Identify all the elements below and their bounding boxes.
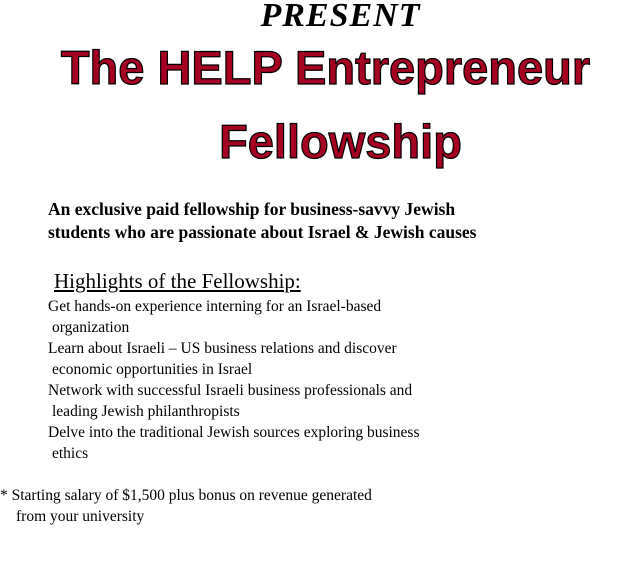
- highlight-item: Delve into the traditional Jewish source…: [48, 422, 608, 464]
- salary-footnote: * Starting salary of $1,500 plus bonus o…: [0, 485, 600, 527]
- highlight-item-line-1: Learn about Israeli – US business relati…: [48, 340, 397, 357]
- tagline: An exclusive paid fellowship for busines…: [48, 198, 608, 244]
- present-heading: PRESENT: [260, 0, 421, 34]
- highlights-heading: Highlights of the Fellowship:: [54, 269, 301, 293]
- title-line-1: The HELP Entrepreneur: [60, 41, 591, 94]
- footnote-line-1: * Starting salary of $1,500 plus bonus o…: [0, 487, 372, 504]
- highlights-list: Get hands-on experience interning for an…: [48, 296, 608, 464]
- highlight-item: Learn about Israeli – US business relati…: [48, 338, 608, 380]
- title-line-2: Fellowship: [218, 115, 462, 168]
- tagline-line-2: students who are passionate about Israel…: [48, 222, 477, 242]
- highlight-item: Network with successful Israeli business…: [48, 380, 608, 422]
- highlight-item-line-2: leading Jewish philanthropists: [52, 403, 240, 420]
- highlight-item-line-1: Get hands-on experience interning for an…: [48, 298, 382, 315]
- highlight-item-line-1: Network with successful Israeli business…: [48, 382, 413, 399]
- highlight-item: Get hands-on experience interning for an…: [48, 296, 608, 338]
- footnote-line-2: from your university: [16, 508, 145, 525]
- tagline-line-1: An exclusive paid fellowship for busines…: [48, 199, 456, 219]
- highlight-item-line-1: Delve into the traditional Jewish source…: [48, 424, 420, 441]
- highlight-item-line-2: ethics: [52, 445, 89, 462]
- highlight-item-line-2: organization: [52, 319, 130, 336]
- highlight-item-line-2: economic opportunities in Israel: [52, 361, 253, 378]
